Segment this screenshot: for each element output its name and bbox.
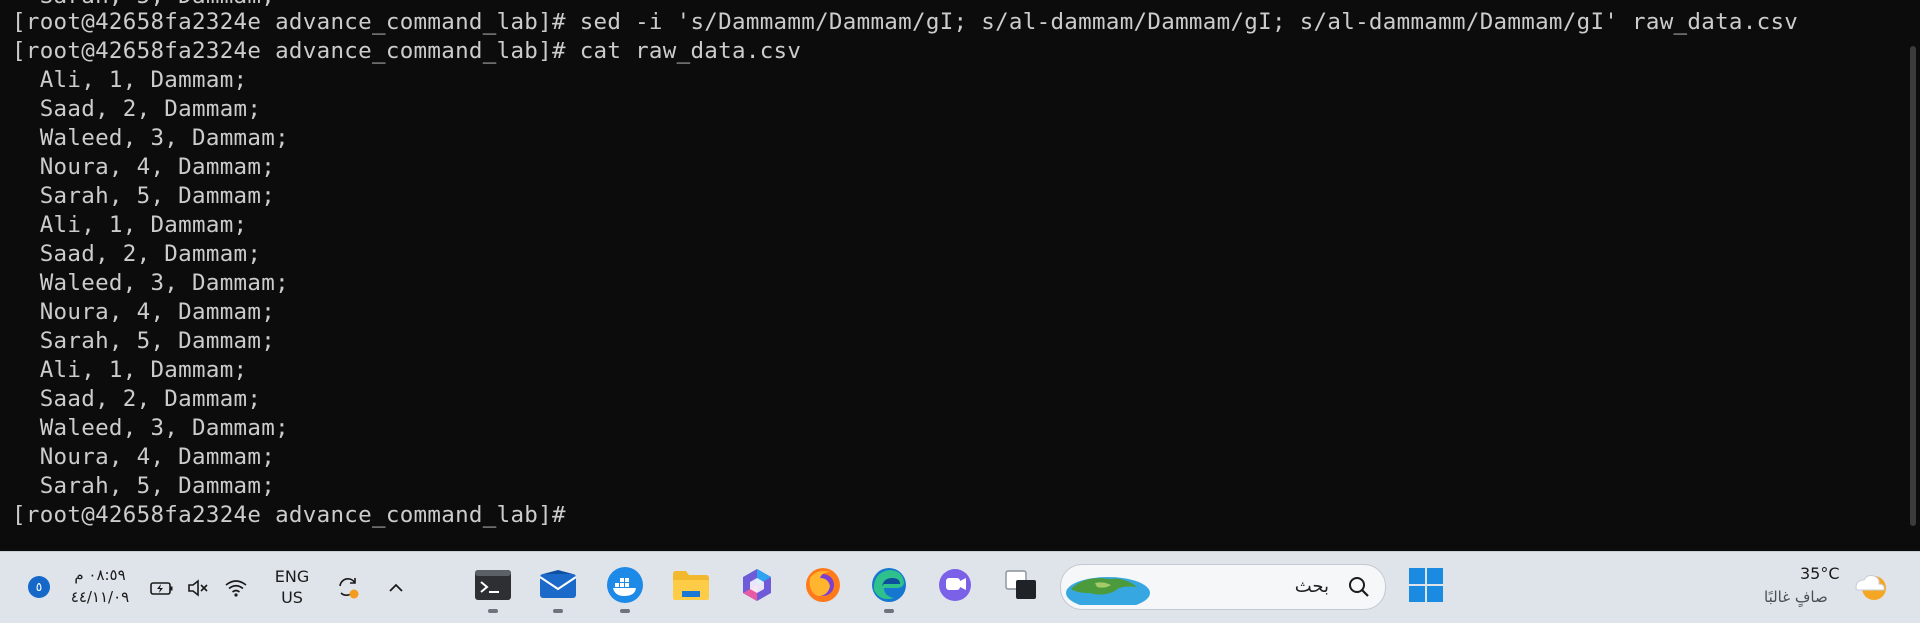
file-explorer-icon[interactable] [669, 563, 713, 607]
running-indicator [620, 609, 630, 613]
terminal-line: Ali, 1, Dammam; [12, 357, 248, 383]
volume-muted-icon[interactable] [184, 574, 212, 602]
terminal-line: Waleed, 3, Dammam; [12, 415, 289, 441]
clock[interactable]: ٠٨:٥٩ م ٤٤/١١/٠٩ [62, 564, 138, 608]
terminal-line: [root@42658fa2324e advance_command_lab]#… [12, 38, 802, 64]
weather-description[interactable]: صافٍ غالبًا [1764, 588, 1828, 606]
language-code: ENG [274, 567, 310, 586]
terminal-line: Saad, 2, Dammam; [12, 386, 262, 412]
copilot-icon[interactable] [735, 563, 779, 607]
terminal-window[interactable]: Sarah, 5, Dammam; [root@42658fa2324e adv… [0, 0, 1920, 551]
search-highlight-globe-icon [1066, 577, 1150, 605]
clock-time: ٠٨:٥٩ م [74, 566, 126, 584]
chevron-up-icon[interactable] [382, 574, 410, 602]
running-indicator [553, 609, 563, 613]
language-region: US [281, 588, 303, 607]
terminal-line: Noura, 4, Dammam; [12, 154, 276, 180]
edge-icon[interactable] [867, 563, 911, 613]
language-indicator[interactable]: ENG US [272, 566, 312, 608]
terminal-line: Sarah, 5, Dammam; [12, 473, 276, 499]
battery-charging-icon[interactable] [148, 574, 176, 602]
terminal-scrollbar[interactable] [1910, 46, 1916, 526]
weather-partly-cloudy-icon[interactable] [1852, 568, 1890, 610]
terminal-line: Waleed, 3, Dammam; [12, 270, 289, 296]
running-indicator [488, 609, 498, 613]
taskbar-search-box[interactable]: بحث [1060, 564, 1386, 610]
terminal-line: Saad, 2, Dammam; [12, 96, 262, 122]
start-button[interactable] [1404, 563, 1448, 607]
chat-app-icon[interactable] [933, 563, 977, 607]
mail-app-icon[interactable] [536, 563, 580, 613]
weather-temperature[interactable]: 35°C [1800, 564, 1840, 583]
terminal-line: Sarah, 5, Dammam; [12, 183, 276, 209]
notification-badge[interactable]: ٥ [28, 576, 50, 598]
terminal-line: Ali, 1, Dammam; [12, 67, 248, 93]
terminal-line: [root@42658fa2324e advance_command_lab]#… [12, 9, 1799, 35]
terminal-line: Sarah, 5, Dammam; [12, 328, 276, 354]
terminal-app-icon[interactable] [471, 563, 515, 613]
wifi-icon[interactable] [222, 574, 250, 602]
task-view-icon[interactable] [999, 563, 1043, 607]
search-icon [1349, 577, 1369, 597]
taskbar: ٥ ٠٨:٥٩ م ٤٤/١١/٠٩ ENG US بحث 35°C صافٍ … [0, 551, 1920, 623]
firefox-icon[interactable] [801, 563, 845, 607]
clock-date: ٤٤/١١/٠٩ [70, 588, 130, 606]
terminal-line: Noura, 4, Dammam; [12, 444, 276, 470]
search-placeholder: بحث [1294, 576, 1329, 597]
sync-icon[interactable] [334, 574, 362, 602]
terminal-line: Saad, 2, Dammam; [12, 241, 262, 267]
running-indicator [884, 609, 894, 613]
windows-logo-icon [1409, 568, 1443, 602]
terminal-line: Noura, 4, Dammam; [12, 299, 276, 325]
terminal-prompt[interactable]: [root@42658fa2324e advance_command_lab]# [12, 501, 566, 530]
terminal-line: Ali, 1, Dammam; [12, 212, 248, 238]
terminal-line: Waleed, 3, Dammam; [12, 125, 289, 151]
docker-app-icon[interactable] [603, 563, 647, 613]
